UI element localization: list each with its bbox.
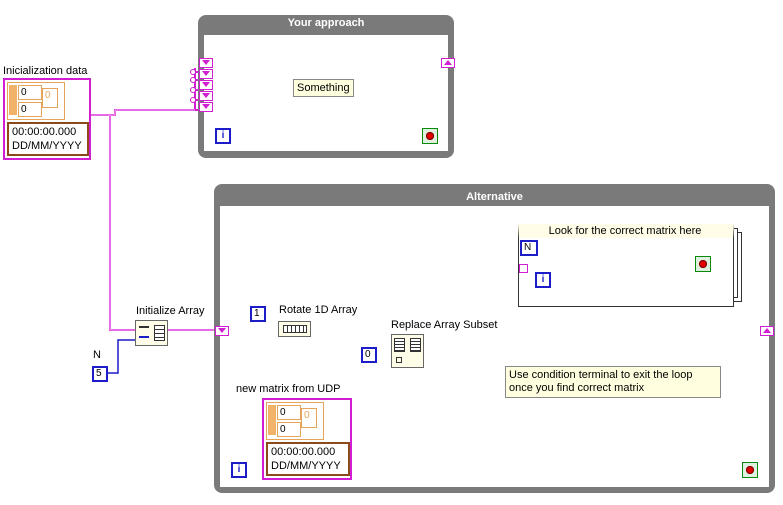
initialize-array-node[interactable] (135, 320, 168, 346)
inner-iteration-terminal: i (535, 272, 551, 288)
wire-init-to-initialize (109, 114, 135, 331)
inner-loop-tunnel[interactable] (519, 264, 528, 273)
array-icon (154, 325, 165, 341)
init-date: DD/MM/YYYY (12, 140, 82, 152)
init-data-label: Inicialization data (3, 65, 88, 77)
stepper-icon[interactable] (9, 85, 17, 115)
something-label: Something (293, 79, 354, 97)
alternative-loop-title: Alternative (466, 191, 523, 203)
stepper-icon[interactable] (268, 405, 276, 435)
matrix-field-1[interactable]: 0 (277, 405, 301, 420)
approach-input-tunnels[interactable] (199, 58, 213, 116)
initialize-array-label: Initialize Array (136, 305, 205, 317)
replace-label: Replace Array Subset (391, 319, 498, 331)
rotate-label: Rotate 1D Array (279, 304, 358, 316)
approach-loop-title: Your approach (287, 17, 365, 29)
rotate-constant[interactable]: 1 (250, 306, 266, 322)
init-field-1[interactable]: 0 (18, 85, 42, 100)
inner-loop-count-terminal: N (520, 240, 538, 256)
approach-iteration-terminal: i (215, 128, 231, 144)
new-matrix-cluster[interactable]: 0 0 0 00:00:00.000 DD/MM/YYYY (262, 398, 352, 480)
n-label: N (93, 349, 101, 361)
init-field-2[interactable]: 0 (18, 102, 42, 117)
matrix-time: 00:00:00.000 (271, 446, 336, 458)
approach-shift-register-right[interactable] (441, 58, 455, 68)
alternative-shift-register-left[interactable] (215, 326, 229, 336)
inner-loop-title: Look for the correct matrix here (548, 225, 702, 237)
alternative-shift-register-right[interactable] (760, 326, 774, 336)
init-data-cluster[interactable]: 0 0 0 00:00:00.000 DD/MM/YYYY (3, 78, 91, 160)
callout-note: Use condition terminal to exit the loop … (505, 366, 721, 398)
init-timestamp[interactable]: 00:00:00.000 DD/MM/YYYY (7, 122, 89, 156)
matrix-timestamp[interactable]: 00:00:00.000 DD/MM/YYYY (266, 442, 350, 476)
replace-array-subset-node[interactable] (391, 334, 424, 368)
init-field-3[interactable]: 0 (42, 88, 58, 108)
matrix-field-3[interactable]: 0 (301, 408, 317, 428)
rotate-icon (283, 325, 307, 333)
index-constant[interactable]: 0 (361, 347, 377, 363)
new-matrix-label: new matrix from UDP (236, 383, 341, 395)
wire-init-to-approach (88, 109, 195, 116)
replace-input-icon (394, 338, 405, 352)
inner-stop-terminal[interactable] (695, 256, 711, 272)
alternative-stop-terminal[interactable] (742, 462, 758, 478)
rotate-array-node[interactable] (278, 321, 311, 337)
n-constant[interactable]: 5 (92, 366, 108, 382)
matrix-date: DD/MM/YYYY (271, 460, 341, 472)
replace-output-icon (410, 338, 421, 352)
alternative-iteration-terminal: i (231, 462, 247, 478)
approach-stop-terminal[interactable] (422, 128, 438, 144)
matrix-field-2[interactable]: 0 (277, 422, 301, 437)
init-time: 00:00:00.000 (12, 126, 77, 138)
